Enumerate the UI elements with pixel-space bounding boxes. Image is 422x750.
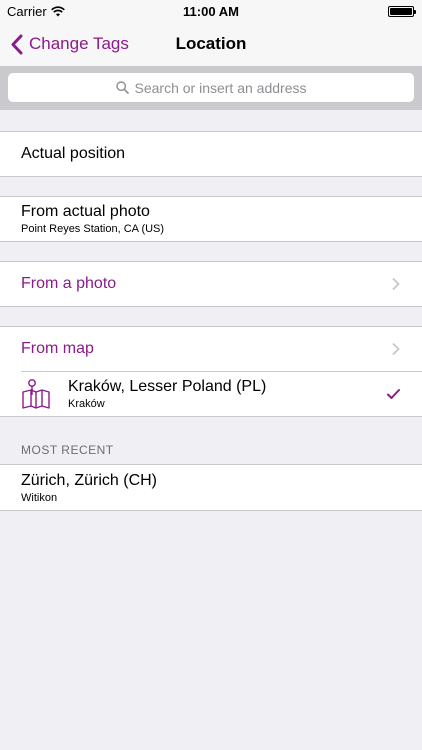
selected-location-subtitle: Kraków (68, 397, 105, 410)
chevron-right-icon (392, 342, 400, 356)
search-icon (115, 81, 129, 94)
chevron-right-icon (392, 277, 400, 291)
from-map-row[interactable]: From map (0, 327, 422, 371)
recent-location-title: Zürich, Zürich (CH) (21, 471, 158, 489)
actual-position-label: Actual position (21, 145, 126, 162)
page-title: Location (175, 34, 247, 53)
separator (21, 371, 422, 372)
list-item[interactable]: Zürich, Zürich (CH) Witikon (0, 465, 422, 510)
most-recent-group: Zürich, Zürich (CH) Witikon (0, 464, 422, 511)
recent-location-subtitle: Witikon (21, 491, 58, 504)
checkmark-icon (387, 388, 400, 399)
from-map-group: From map Kraków, Lesser Poland (PL) Krak… (0, 326, 422, 417)
actual-photo-subtitle: Point Reyes Station, CA (US) (21, 223, 165, 235)
from-photo-row[interactable]: From a photo (0, 262, 422, 306)
actual-position-group: Actual position (0, 131, 422, 177)
from-photo-group: From a photo (0, 261, 422, 307)
navigation-bar: Change Tags Location (0, 22, 422, 66)
most-recent-header: MOST RECENT (21, 443, 114, 457)
from-map-label: From map (21, 340, 94, 357)
actual-photo-group: From actual photo Point Reyes Station, C… (0, 196, 422, 242)
map-pin-icon (22, 378, 50, 409)
selected-location-title: Kraków, Lesser Poland (PL) (68, 377, 267, 395)
search-bar: Search or insert an address (0, 66, 422, 110)
battery-icon (388, 6, 416, 17)
from-photo-label: From a photo (21, 275, 117, 292)
status-bar: Carrier 11:00 AM (0, 0, 422, 22)
status-time: 11:00 AM (183, 4, 239, 19)
actual-position-row[interactable]: Actual position (0, 132, 422, 176)
actual-photo-row[interactable]: From actual photo Point Reyes Station, C… (0, 197, 422, 241)
search-input[interactable]: Search or insert an address (8, 73, 414, 102)
selected-location-row[interactable]: Kraków, Lesser Poland (PL) Kraków (0, 371, 422, 416)
actual-photo-title: From actual photo (21, 203, 150, 220)
search-placeholder: Search or insert an address (134, 79, 307, 96)
